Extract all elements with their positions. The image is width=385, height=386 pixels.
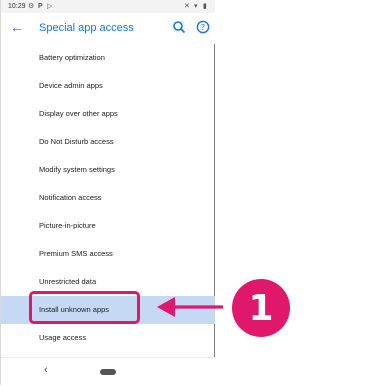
- highlight-box: [29, 291, 140, 324]
- navigation-bar: ‹: [1, 357, 215, 386]
- list-item-label: Unrestricted data: [39, 277, 97, 286]
- svg-text:?: ?: [201, 23, 205, 32]
- back-arrow-icon[interactable]: ←: [9, 19, 25, 35]
- list-item-label: Modify system settings: [39, 165, 115, 174]
- list-item-display-over-other-apps[interactable]: Display over other apps: [1, 100, 215, 128]
- list-item-label: Device admin apps: [39, 81, 103, 90]
- list-item-label: Do Not Disturb access: [39, 137, 114, 146]
- mute-icon: ✕: [184, 3, 190, 10]
- list-item-battery-optimization[interactable]: Battery optimization: [1, 44, 215, 72]
- status-time: 10:29: [8, 3, 26, 10]
- list-item-device-admin-apps[interactable]: Device admin apps: [1, 72, 215, 100]
- list-item-label: Display over other apps: [39, 109, 118, 118]
- list-item-label: Premium SMS access: [39, 249, 113, 258]
- play-icon: ▷: [47, 3, 53, 10]
- list-item-label: Usage access: [39, 333, 87, 342]
- pointer-arrow-icon: [157, 297, 223, 317]
- battery-icon: ▮: [203, 3, 207, 10]
- list-item-picture-in-picture[interactable]: Picture-in-picture: [1, 212, 215, 240]
- list-item-label: Notification access: [39, 193, 102, 202]
- p-icon: P: [38, 3, 43, 10]
- nav-back-icon[interactable]: ‹: [44, 364, 48, 376]
- step-badge: 1: [232, 279, 290, 337]
- list-item-do-not-disturb-access[interactable]: Do Not Disturb access: [1, 128, 215, 156]
- app-bar: ← Special app access ?: [1, 13, 215, 44]
- list-item-premium-sms-access[interactable]: Premium SMS access: [1, 240, 215, 268]
- help-icon[interactable]: ?: [196, 20, 210, 34]
- list-item-modify-system-settings[interactable]: Modify system settings: [1, 156, 215, 184]
- status-bar: 10:29 ⚙ P ▷ ✕ ▾ ▮: [1, 0, 215, 13]
- list-item-notification-access[interactable]: Notification access: [1, 184, 215, 212]
- search-icon[interactable]: [172, 20, 186, 34]
- page-title: Special app access: [39, 22, 134, 34]
- settings-icon: ⚙: [28, 3, 35, 10]
- wifi-icon: ▾: [194, 3, 198, 10]
- phone-screen: 10:29 ⚙ P ▷ ✕ ▾ ▮ ← Special app access ?…: [0, 0, 215, 386]
- list-item-usage-access[interactable]: Usage access: [1, 324, 215, 352]
- list-item-label: Picture-in-picture: [39, 221, 96, 230]
- list-item-label: Battery optimization: [39, 53, 105, 62]
- nav-home-pill[interactable]: [100, 369, 116, 375]
